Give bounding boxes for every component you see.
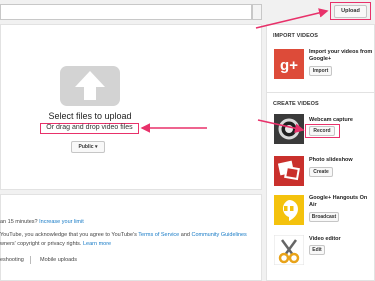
webcam-icon	[274, 114, 304, 144]
upload-button[interactable]: Upload	[334, 5, 367, 18]
privacy-dropdown[interactable]: Public ▾	[71, 141, 105, 153]
video-editor-title: Video editor	[309, 236, 341, 242]
chevron-down-icon: ▾	[94, 144, 98, 150]
select-files-title[interactable]: Select files to upload	[0, 111, 180, 121]
edit-button[interactable]: Edit	[309, 245, 325, 255]
search-input[interactable]	[0, 4, 252, 20]
mobile-uploads-link[interactable]: Mobile uploads	[40, 257, 77, 263]
footer-divider	[30, 256, 31, 264]
increase-limit-link[interactable]: Increase your limit	[39, 219, 84, 225]
upload-drop-zone[interactable]	[0, 24, 262, 190]
svg-text:g+: g+	[280, 57, 298, 74]
upload-limit-line: an 15 minutes? Increase your limit	[0, 219, 84, 225]
community-guidelines-link[interactable]: Community Guidelines	[191, 232, 246, 238]
google-plus-icon: g+	[274, 49, 304, 79]
webcam-capture-title: Webcam capture	[309, 117, 353, 123]
troubleshooting-link[interactable]: eshooting	[0, 257, 24, 263]
photos-icon	[274, 156, 304, 186]
section-divider	[266, 92, 375, 93]
photo-slideshow-title: Photo slideshow	[309, 157, 353, 163]
scissors-icon	[274, 235, 304, 265]
record-button[interactable]: Record	[309, 126, 335, 136]
import-button[interactable]: Import	[309, 66, 332, 76]
create-videos-heading: CREATE VIDEOS	[273, 101, 319, 107]
upload-arrow-icon[interactable]	[60, 66, 120, 106]
hangouts-icon	[274, 195, 304, 225]
create-button[interactable]: Create	[309, 167, 333, 177]
search-button[interactable]	[252, 4, 262, 20]
import-google-plus-title: Import your videos from Google+	[309, 49, 373, 62]
copyright-line: wners' copyright or privacy rights. Lear…	[0, 241, 112, 247]
import-videos-heading: IMPORT VIDEOS	[273, 33, 318, 39]
drag-drop-text: Or drag and drop video files	[46, 124, 133, 131]
hangouts-on-air-title: Google+ Hangouts On Air	[309, 195, 368, 208]
privacy-value: Public	[78, 144, 94, 150]
terms-of-service-link[interactable]: Terms of Service	[138, 232, 179, 238]
learn-more-link[interactable]: Learn more	[83, 241, 111, 247]
broadcast-button[interactable]: Broadcast	[309, 212, 339, 222]
terms-line: YouTube, you acknowledge that you agree …	[0, 232, 247, 238]
